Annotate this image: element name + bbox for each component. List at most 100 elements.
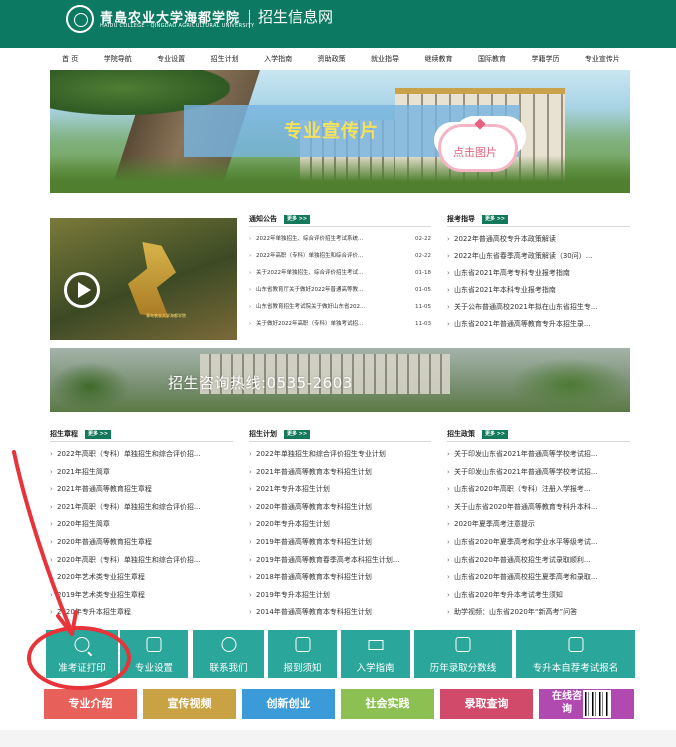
list-item[interactable]: 山东省2020年普通高校招生考试录取顺利... [447,552,630,570]
promo-film-title: 专业宣传片 [284,121,379,142]
guide-title: 报考指导 [447,215,475,223]
list-item[interactable]: 山东省2020年普通高校招生夏季高考和录取... [447,569,630,587]
policy-more-button[interactable]: 更多 >> [482,429,509,439]
list-item[interactable]: 山东省2020年专升本考试考生须知 [447,587,630,605]
list-item[interactable]: 2021年专升本招生计划 [249,481,431,499]
list-item[interactable]: 2020年招生简章 [50,516,233,534]
document-icon [568,637,583,652]
list-item[interactable]: 2014年普通高等教育本专科招生计划 [249,604,431,622]
list-item[interactable]: 2020年艺术类专业招生章程 [50,569,233,587]
school-seal-icon[interactable] [66,5,94,33]
play-icon[interactable] [64,272,100,308]
list-item[interactable]: 山东省2021年高考专科专业报考指南 [447,265,630,282]
list-item[interactable]: 2022年高职（专科）单独招生和综合评价招... [50,446,233,464]
divider [249,10,250,28]
tile-major-intro[interactable]: 专业介绍 [44,689,137,719]
video-player[interactable]: 青岛农业大学海都学院 [50,218,237,340]
list-item[interactable]: 2022年单独招生、综合评价招生考试系统...02-22 [249,231,431,248]
policy-title: 招生政策 [447,430,475,438]
list-item[interactable]: 2021年普通高等教育本专科招生计划 [249,464,431,482]
notices-header: 通知公告 更多 >> [249,214,311,224]
list-item[interactable]: 山东省2020年夏季高考和学业水平等级考试... [447,534,630,552]
list-item[interactable]: 2018年普通高等教育本专科招生计划 [249,569,431,587]
site-title: 招生信息网 [258,8,334,26]
plan-title: 招生计划 [249,430,277,438]
list-item[interactable]: 山东省2021年本科专业报考指南 [447,282,630,299]
contact-us-button[interactable]: 联系我们 [193,630,264,678]
notices-more-button[interactable]: 更多 >> [284,214,311,224]
speaker-icon [295,637,310,652]
guide-more-button[interactable]: 更多 >> [482,214,509,224]
list-item[interactable]: 2022年普通高校专升本政策解读 [447,231,630,248]
list-item[interactable]: 山东省教育招生考试院关于做好山东省202...11-05 [249,299,431,316]
majors-button[interactable]: 专业设置 [120,630,188,678]
list-item[interactable]: 助学视频：山东省2020年“新高考”问答 [447,604,630,622]
admission-ticket-print-button[interactable]: 准考证打印 [46,630,118,678]
nav-college[interactable]: 学院导航 [104,54,132,64]
list-item[interactable]: 关于2022年单独招生、综合评价招生考试...01-18 [249,265,431,282]
list-item[interactable]: 2020年专升本招生章程 [50,604,233,622]
list-item[interactable]: 山东省教育厅关于做好2022年普通高等教...01-05 [249,282,431,299]
upgrade-exam-signup-button[interactable]: 专升本自荐考试报名 [516,630,635,678]
nav-records[interactable]: 学籍学历 [531,54,559,64]
charter-list: 2022年高职（专科）单独招生和综合评价招... 2021年招生简章 2021年… [50,446,233,622]
nav-guide[interactable]: 入学指南 [264,54,292,64]
nav-promo-film[interactable]: 专业宣传片 [585,54,620,64]
enrollment-notice-button[interactable]: 报到须知 [268,630,337,678]
tile-promo-video[interactable]: 宣传视频 [143,689,236,719]
hotline-banner: 招生咨询热线:0535-2603 [50,348,630,412]
list-item[interactable]: 2021年招生简章 [50,464,233,482]
list-item[interactable]: 关于山东省2020年普通高等教育专科升本科... [447,499,630,517]
nav-plan[interactable]: 招生计划 [211,54,239,64]
list-item[interactable]: 山东省2021年普通高等教育专升本招生录... [447,316,630,333]
policy-list: 关于印发山东省2021年普通高等学校考试招... 关于印发山东省2021年普通高… [447,446,630,622]
nav-continuing[interactable]: 继续教育 [425,54,453,64]
click-image-label: 点击图片 [453,146,497,159]
list-item[interactable]: 关于印发山东省2021年普通高等学校考试招... [447,464,630,482]
list-item[interactable]: 2021年高职（专科）单独招生和综合评价招... [50,499,233,517]
list-item[interactable]: 2022年单独招生和综合评价招生专业计划 [249,446,431,464]
list-item[interactable]: 关于做好2022年高职（专科）单独考试招...11-03 [249,316,431,333]
nav-aid[interactable]: 资助政策 [318,54,346,64]
charter-title: 招生章程 [50,430,78,438]
click-image-bubble[interactable]: 点击图片 [438,124,518,172]
list-item[interactable]: 2022年山东省春季高考政策解读（30问）... [447,248,630,265]
school-name-en: HAIDU COLLEGE · QINGDAO AGRICULTURAL UNI… [100,23,255,29]
tile-admission-query[interactable]: 录取查询 [440,689,533,719]
nav-career[interactable]: 就业指导 [371,54,399,64]
notices-title: 通知公告 [249,215,277,223]
list-item[interactable]: 2020年普通高等教育本专科招生计划 [249,499,431,517]
list-item[interactable]: 关于公布普通高校2021年拟在山东省招生专... [447,299,630,316]
list-icon [455,637,471,652]
list-item[interactable]: 2019年普通高等教育春季高考本科招生计划... [249,552,431,570]
online-consult-label: 在线咨询 [552,691,582,715]
list-item[interactable]: 山东省2020年高职（专科）注册入学报考... [447,481,630,499]
list-item[interactable]: 2022年高职（专科）单独招生和综合评价...02-22 [249,248,431,265]
list-item[interactable]: 2020年专升本招生计划 [249,516,431,534]
admission-guide-button[interactable]: 入学指南 [341,630,410,678]
list-item[interactable]: 关于印发山东省2021年普通高等学校考试招... [447,446,630,464]
list-item[interactable]: 2020年夏季高考注意提示 [447,516,630,534]
book-icon [146,637,162,652]
list-item[interactable]: 2019年专升本招生计划 [249,587,431,605]
list-item[interactable]: 2020年高职（专科）单独招生和综合评价招... [50,552,233,570]
guide-list: 2022年普通高校专升本政策解读 2022年山东省春季高考政策解读（30问）..… [447,231,630,333]
tile-social-practice[interactable]: 社会实践 [341,689,434,719]
charter-more-button[interactable]: 更多 >> [85,429,112,439]
footer-strip [0,730,676,747]
list-item[interactable]: 2019年普通高等教育本专科招生计划 [249,534,431,552]
main-nav: 首 页 学院导航 专业设置 招生计划 入学指南 资助政策 就业指导 继续教育 国… [46,50,632,67]
past-scores-button[interactable]: 历年录取分数线 [414,630,512,678]
tile-innovation[interactable]: 创新创业 [242,689,335,719]
nav-international[interactable]: 国际教育 [478,54,506,64]
nav-majors[interactable]: 专业设置 [157,54,185,64]
nav-home[interactable]: 首 页 [62,54,78,64]
list-item[interactable]: 2020年普通高等教育招生章程 [50,534,233,552]
graduation-cap-icon [368,640,383,650]
notices-list: 2022年单独招生、综合评价招生考试系统...02-22 2022年高职（专科）… [249,231,431,333]
list-item[interactable]: 2021年普通高等教育招生章程 [50,481,233,499]
header-bar: 青島农业大学海都学院 HAIDU COLLEGE · QINGDAO AGRIC… [0,0,676,48]
plan-more-button[interactable]: 更多 >> [284,429,311,439]
calligraphy-graphic [128,242,176,318]
list-item[interactable]: 2019年艺术类专业招生章程 [50,587,233,605]
